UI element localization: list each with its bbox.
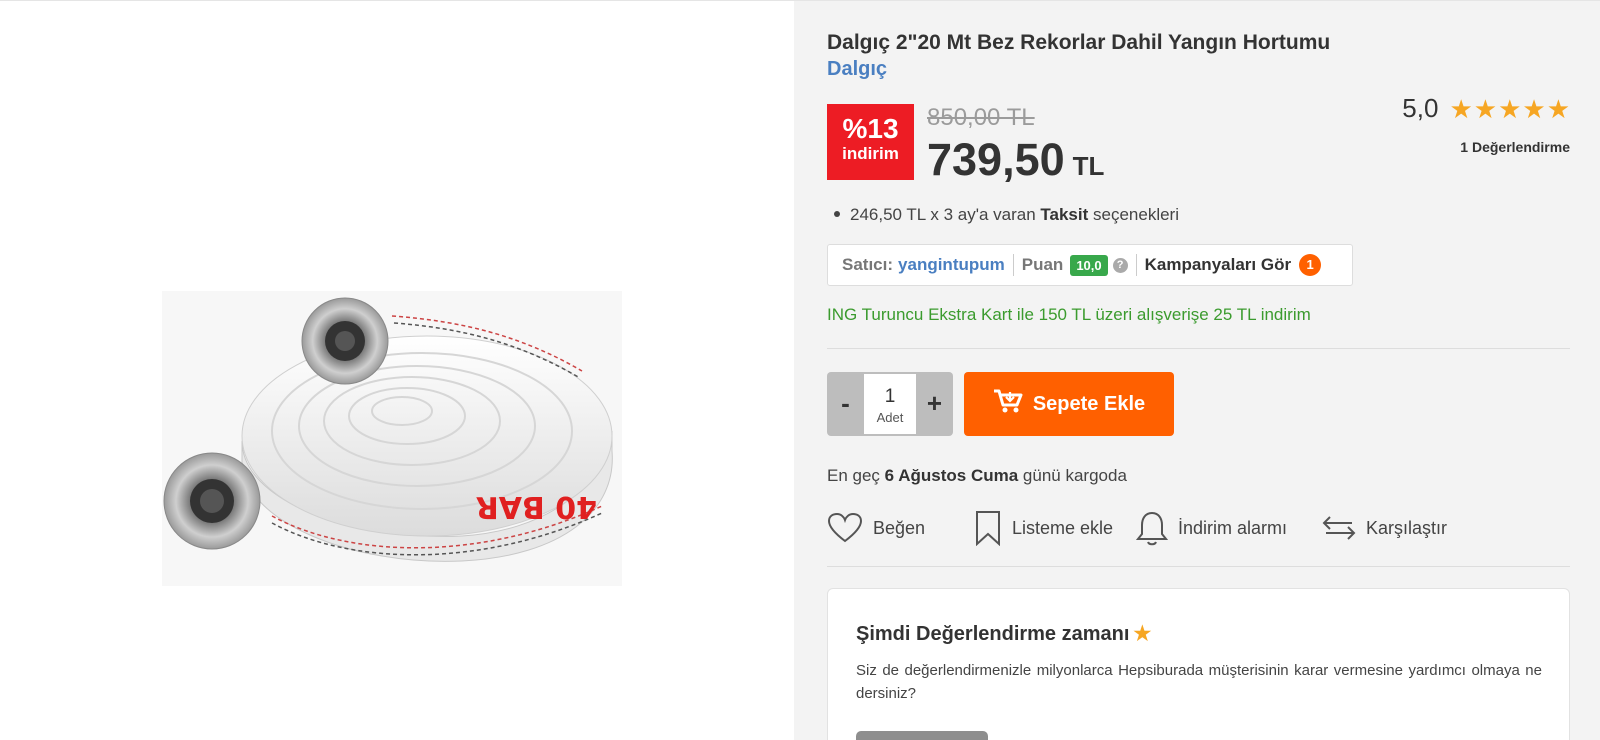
delivery-prefix: En geç — [827, 466, 880, 485]
heart-icon — [827, 512, 863, 543]
rating-stars: ★ ★ ★ ★ ★ — [1448, 95, 1570, 123]
add-to-list-label: Listeme ekle — [1012, 517, 1114, 538]
quantity-input[interactable]: 1 Adet — [864, 374, 916, 434]
quantity-increase-button[interactable]: + — [916, 372, 953, 436]
discount-label: indirim — [842, 144, 899, 163]
review-prompt-card: Şimdi Değerlendirme zamanı ★ Siz de değer… — [827, 588, 1570, 740]
star-icon: ★ — [1473, 93, 1498, 124]
installment-bold[interactable]: Taksit — [1040, 205, 1088, 224]
price-value: 739,50 — [927, 134, 1065, 185]
compare-icon — [1322, 516, 1356, 540]
quantity-decrease-button[interactable]: - — [827, 372, 864, 436]
installment-info: 246,50 TL x 3 ay'a varan Taksit seçenekl… — [827, 205, 1179, 225]
add-to-cart-button[interactable]: Sepete Ekle — [964, 372, 1174, 436]
bookmark-icon — [976, 511, 1000, 546]
quantity-value: 1 — [884, 386, 896, 407]
seller-label: Satıcı: — [842, 255, 894, 274]
divider — [827, 566, 1570, 567]
product-title: Dalgıç 2"20 Mt Bez Rekorlar Dahil Yangın… — [827, 31, 1331, 54]
campaigns-link[interactable]: Kampanyaları Gör — [1145, 255, 1291, 275]
product-gallery: 40 BAR — [0, 1, 794, 740]
rating-count-link[interactable]: 1 Değerlendirme — [1460, 139, 1570, 155]
like-label: Beğen — [873, 517, 926, 538]
delivery-suffix: günü kargoda — [1022, 466, 1127, 485]
star-icon: ★ — [1546, 93, 1570, 124]
price-alarm-label: İndirim alarmı — [1178, 517, 1288, 538]
quantity-stepper: - 1 Adet + — [827, 372, 953, 436]
add-to-list-button[interactable]: Listeme ekle — [974, 509, 1113, 547]
star-icon: ★ — [1498, 93, 1522, 124]
delivery-info: En geç 6 Ağustos Cuma günü kargoda — [827, 466, 1127, 486]
star-icon: ★ — [1133, 623, 1152, 645]
fire-hose-image: 40 BAR — [163, 297, 613, 562]
review-prompt-description: Siz de değerlendirmenizle milyonlarca He… — [856, 662, 1542, 702]
rating-score: 5,0 — [1402, 93, 1439, 123]
delivery-date: 6 Ağustos Cuma — [884, 466, 1019, 485]
star-icon: ★ — [1522, 93, 1546, 124]
divider — [827, 348, 1570, 349]
compare-button[interactable]: Karşılaştır — [1322, 509, 1447, 547]
product-image[interactable]: 40 BAR — [162, 291, 622, 586]
add-to-cart-label: Sepete Ekle — [1032, 392, 1146, 415]
seller-score-badge: 10,0 — [1070, 254, 1108, 276]
seller-box: Satıcı: yangintupum Puan 10,0 ? Kampanya… — [827, 244, 1353, 286]
discount-percent: %13 — [842, 113, 899, 144]
campaigns-count-badge: 1 — [1299, 254, 1322, 276]
bullet-icon — [834, 211, 840, 218]
product-detail-panel: Dalgıç 2"20 Mt Bez Rekorlar Dahil Yangın… — [794, 1, 1600, 740]
review-prompt-title-text: Şimdi Değerlendirme zamanı — [856, 623, 1130, 645]
like-button[interactable]: Beğen — [827, 509, 925, 547]
help-icon[interactable]: ? — [1112, 257, 1128, 273]
price-alarm-button[interactable]: İndirim alarmı — [1136, 509, 1287, 547]
installment-prefix: 246,50 TL x 3 ay'a varan — [850, 205, 1036, 224]
bell-icon — [1136, 511, 1168, 546]
write-review-button[interactable] — [856, 731, 988, 740]
compare-label: Karşılaştır — [1366, 517, 1448, 538]
cart-icon — [993, 388, 1023, 420]
quantity-unit: Adet — [876, 410, 904, 425]
review-prompt-title: Şimdi Değerlendirme zamanı ★ — [856, 621, 1151, 646]
brand-link[interactable]: Dalgıç — [827, 58, 887, 81]
svg-text:40 BAR: 40 BAR — [476, 489, 597, 524]
seller-link[interactable]: yangintupum — [898, 255, 1005, 275]
price-currency: TL — [1072, 151, 1105, 181]
promo-text: ING Turuncu Ekstra Kart ile 150 TL üzeri… — [827, 305, 1311, 324]
star-icon: ★ — [1449, 93, 1473, 124]
discount-badge: %13 indirim — [827, 104, 914, 180]
seller-score-label: Puan — [1021, 255, 1064, 274]
current-price: 739,50 TL — [927, 134, 1104, 186]
old-price: 850,00 TL — [927, 104, 1035, 131]
installment-suffix: seçenekleri — [1093, 205, 1179, 224]
rating-summary[interactable]: 5,0 ★ ★ ★ ★ ★ — [1402, 93, 1570, 124]
divider — [1012, 254, 1014, 276]
divider — [1135, 254, 1137, 276]
